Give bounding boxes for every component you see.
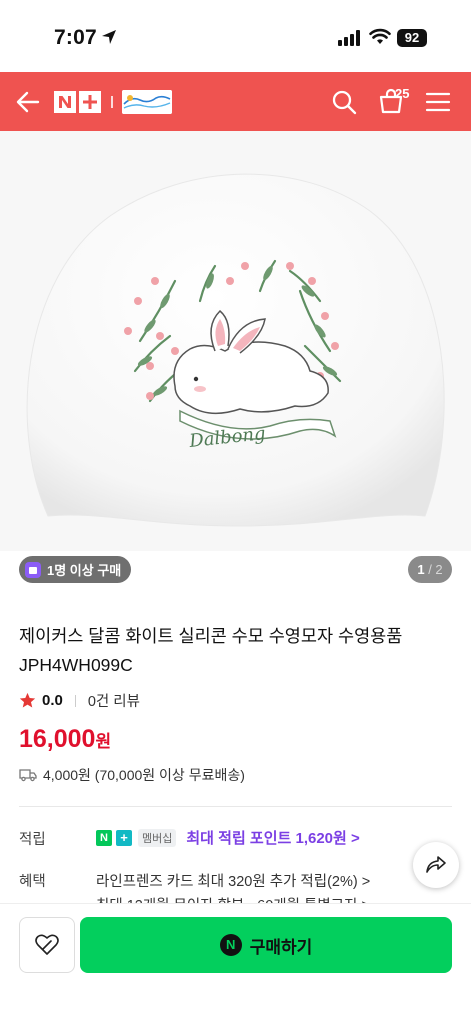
- benefit-text[interactable]: 라인프렌즈 카드 최대 320원 추가 적립(2%) >: [96, 870, 370, 891]
- star-icon: [19, 692, 36, 708]
- naver-n-icon: N: [96, 829, 112, 846]
- plus-icon: +: [116, 829, 132, 846]
- brand-logo-graphic: [122, 90, 172, 114]
- product-title: 제이커스 달콤 화이트 실리콘 수모 수영모자 수영용품 JPH4WH099C: [19, 622, 449, 680]
- naver-pay-icon: N: [219, 934, 242, 956]
- min-purchase-text: 1명 이상 구매: [47, 563, 122, 578]
- back-arrow-icon[interactable]: [14, 88, 42, 116]
- share-icon: [426, 856, 446, 873]
- rating-separator: [74, 694, 76, 707]
- benefit-label: 혜택: [19, 874, 46, 890]
- price: 16,000원: [19, 725, 111, 754]
- price-unit: 원: [95, 732, 112, 751]
- status-time: 7:07: [54, 26, 97, 49]
- bottom-action-bar: N 구매하기: [0, 903, 471, 1024]
- product-image[interactable]: Dalbong: [0, 131, 471, 551]
- nplus-logo[interactable]: [54, 91, 102, 113]
- battery-indicator: 92: [397, 29, 427, 47]
- shopping-bag-icon: [25, 561, 41, 578]
- status-bar: 7:07 92: [0, 0, 471, 72]
- header-divider: [111, 96, 113, 108]
- cellular-signal-icon: [338, 30, 360, 46]
- pager-total: / 2: [428, 562, 443, 577]
- delivery-truck-icon: [19, 769, 37, 782]
- search-icon[interactable]: [331, 89, 357, 115]
- share-button[interactable]: [413, 842, 459, 888]
- heart-link-icon: [35, 934, 59, 955]
- max-points-text[interactable]: 최대 적립 포인트 1,620원 >: [186, 827, 359, 848]
- shipping-row: 4,000원 (70,000원 이상 무료배송): [19, 765, 245, 785]
- points-row[interactable]: N + 멤버십 최대 적립 포인트 1,620원 >: [96, 827, 360, 848]
- price-value: 16,000: [19, 725, 96, 753]
- review-count[interactable]: 0건 리뷰: [88, 690, 140, 711]
- wifi-icon: [369, 28, 391, 44]
- brand-logo[interactable]: [122, 90, 172, 114]
- points-label: 적립: [19, 832, 46, 848]
- image-pager: 1 / 2: [408, 556, 452, 583]
- buy-button[interactable]: N 구매하기: [80, 917, 452, 973]
- wishlist-button[interactable]: [19, 917, 75, 973]
- swim-cap-illustration: Dalbong: [26, 173, 445, 527]
- membership-tag: 멤버십: [138, 828, 177, 847]
- min-purchase-badge: 1명 이상 구매: [19, 556, 132, 583]
- rating-row[interactable]: 0.0 0건 리뷰: [19, 690, 140, 711]
- product-title-line1: 제이커스 달콤 화이트 실리콘 수모 수영모자 수영용품: [19, 626, 403, 646]
- rating-value: 0.0: [42, 692, 63, 709]
- app-header: 25: [0, 72, 471, 131]
- section-divider: [19, 806, 452, 807]
- hamburger-menu-icon[interactable]: [425, 91, 451, 113]
- buy-button-label: 구매하기: [249, 937, 313, 957]
- pager-current: 1: [417, 562, 425, 577]
- shipping-text: 4,000원 (70,000원 이상 무료배송): [43, 767, 245, 783]
- cart-count-badge: 25: [395, 86, 410, 101]
- location-arrow-icon: [102, 30, 116, 44]
- product-title-line2: JPH4WH099C: [19, 655, 133, 675]
